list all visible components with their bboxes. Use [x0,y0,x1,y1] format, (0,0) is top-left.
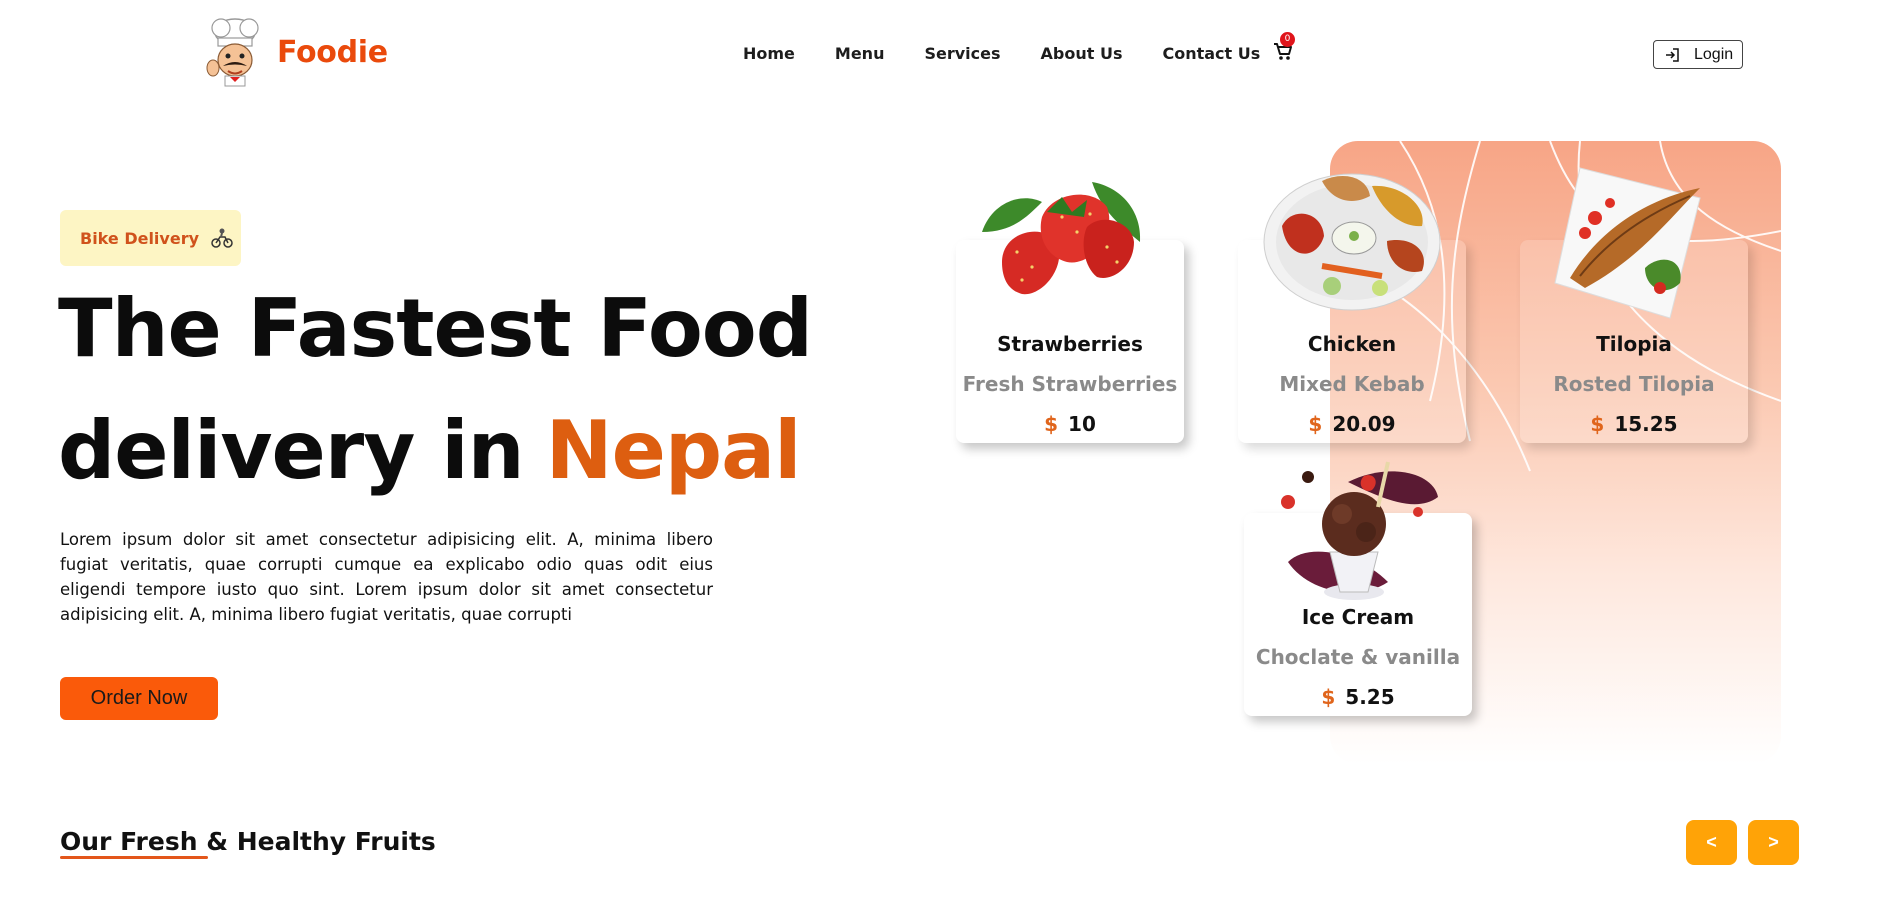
card-subtitle: Rosted Tilopia [1553,372,1715,396]
card-price: $10 [956,412,1184,436]
currency-symbol: $ [1308,412,1323,436]
section-title-underline [60,856,208,859]
card-price: $20.09 [1238,412,1466,436]
login-icon [1666,47,1679,62]
card-subtitle: Fresh Strawberries [962,372,1178,396]
bike-rider-icon [211,228,233,248]
section-title: Our Fresh & Healthy Fruits [60,827,436,856]
cart-count-badge: 0 [1280,32,1295,47]
card-name: Tilopia [1596,332,1672,356]
ice-cream-icon [1281,461,1438,600]
headline-line-1: The Fastest Food [58,282,813,375]
card-subtitle: Choclate & vanilla [1255,645,1461,669]
logo[interactable]: Foodie [203,16,388,88]
currency-symbol: $ [1321,685,1336,709]
carousel-next-button[interactable]: > [1748,820,1799,865]
chef-mascot-icon [203,16,267,88]
headline-accent: Nepal [545,404,802,497]
login-label: Login [1694,45,1734,63]
main-nav: Home Menu Services About Us Contact Us [743,44,1300,63]
login-button[interactable]: Login [1653,40,1743,69]
nav-about-us[interactable]: About Us [1041,44,1123,63]
nav-home[interactable]: Home [743,44,795,63]
nav-services[interactable]: Services [924,44,1000,63]
nav-contact-us[interactable]: Contact Us [1162,44,1260,63]
card-subtitle: Mixed Kebab [1279,372,1425,396]
price-value: 20.09 [1332,412,1396,436]
badge-label: Bike Delivery [80,228,200,248]
card-price: $5.25 [1244,685,1472,709]
currency-symbol: $ [1044,412,1059,436]
price-value: 5.25 [1345,685,1395,709]
headline-line-2: delivery in [58,404,525,497]
currency-symbol: $ [1590,412,1605,436]
strawberry-icon [982,182,1141,295]
logo-text: Foodie [277,34,388,70]
price-value: 10 [1068,412,1096,436]
nav-menu[interactable]: Menu [835,44,885,63]
order-now-button[interactable]: Order Now [60,677,218,720]
card-name: Strawberries [997,332,1143,356]
carousel-prev-button[interactable]: < [1686,820,1737,865]
hero-headline: The Fastest Food delivery in Nepal [58,268,813,512]
card-price: $15.25 [1520,412,1748,436]
price-value: 15.25 [1614,412,1678,436]
fish-dish-icon [1554,167,1701,319]
card-name: Chicken [1307,332,1397,356]
bike-delivery-badge: Bike Delivery [60,210,241,266]
kebab-platter-icon [1263,173,1441,311]
hero-description: Lorem ipsum dolor sit amet consectetur a… [60,530,713,624]
